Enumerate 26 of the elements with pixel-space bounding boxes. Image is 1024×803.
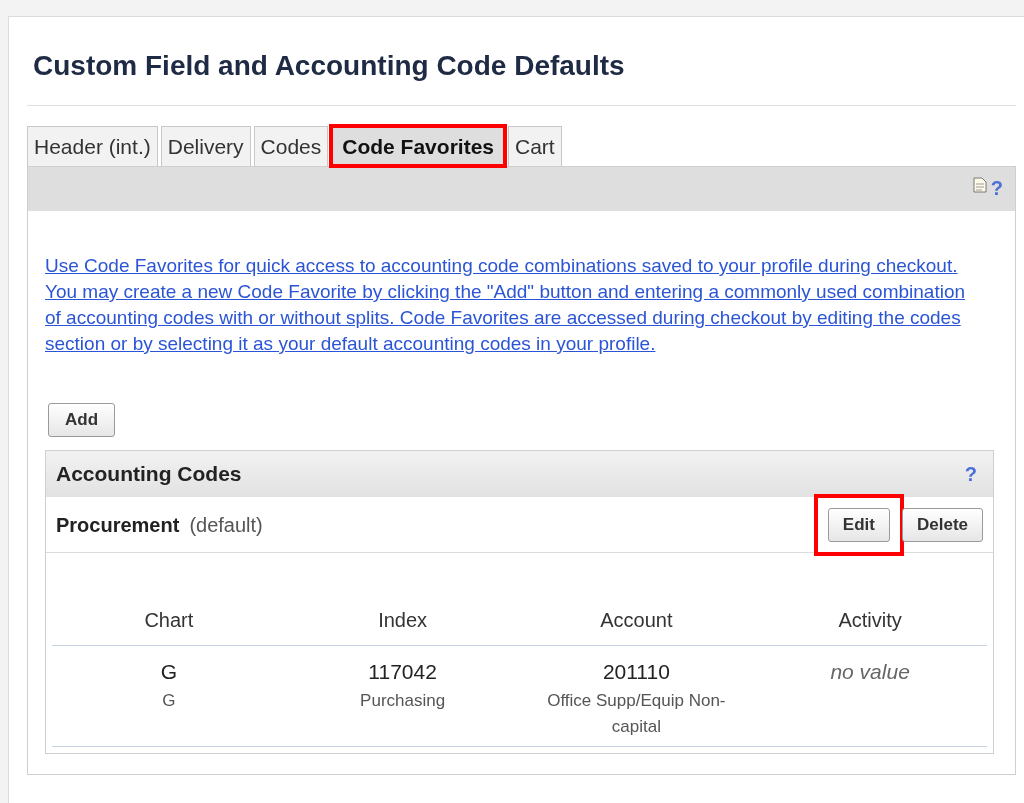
cell-detail: Purchasing [359, 689, 447, 712]
intro-link[interactable]: Use Code Favorites for quick access to accounting code combinations saved to your profile during checkout. You may create a new Code Favorite by clicking the "Add" button and entering a commonly used combination of accounting codes with or without splits. Code Favorites are accessed during checkout by editing the codes section or by selecting it as your default accounting codes in your profile. [45, 253, 998, 357]
tab[interactable]: Codes [253, 126, 329, 166]
page-title: Custom Field and Accounting Code Defaults [32, 49, 626, 83]
tab[interactable]: Cart [508, 126, 562, 166]
table-cell-text: 201110 [602, 659, 670, 685]
column-header: Index [377, 608, 429, 633]
table-cell-text: G [160, 659, 178, 685]
edit-button[interactable]: Edit [827, 507, 890, 542]
cell-detail: G [161, 689, 177, 712]
cell-detail: Office Supp/Equip Non-capital [546, 689, 727, 738]
tab[interactable]: Delivery [160, 126, 251, 166]
table-cell-text: no value [830, 659, 910, 685]
table-cell-text: 117042 [368, 659, 437, 685]
column-header: Account [599, 608, 674, 633]
column-header: Chart [143, 608, 195, 633]
tab[interactable]: Header (int.) [27, 126, 158, 166]
add-button[interactable]: Add [48, 403, 116, 437]
favorite-name: Procurement [56, 512, 180, 538]
column-header: Activity [837, 608, 903, 633]
help-link[interactable]: ? [964, 459, 983, 489]
tab[interactable]: Code Favorites [331, 126, 505, 166]
delete-button[interactable]: Delete [901, 507, 983, 542]
default-note: (default) [189, 512, 263, 538]
panel-title: Accounting Codes [56, 461, 242, 488]
document-icon[interactable] [972, 177, 987, 193]
